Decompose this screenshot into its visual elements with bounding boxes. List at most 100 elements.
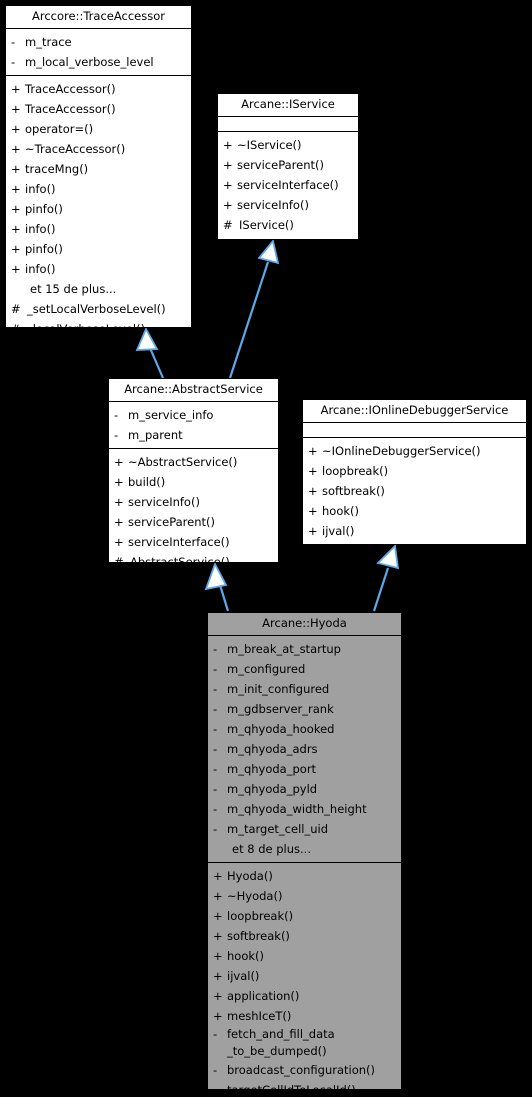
class-member: - m_init_configured — [208, 679, 401, 699]
class-member: - m_gdbserver_rank — [208, 699, 401, 719]
member-label: fetch_and_fill_data _to_be_dumped() — [227, 1026, 335, 1058]
member-label: m_local_verbose_level — [25, 54, 154, 69]
member-label: AbstractService() — [130, 554, 230, 563]
class-box-arcane-ionlinedebuggerservice[interactable]: Arcane::IOnlineDebuggerService + ~IOnline… — [302, 399, 527, 545]
visibility-marker: + — [114, 514, 124, 529]
member-label: m_gdbserver_rank — [227, 701, 334, 716]
class-box-arccore-traceaccessor[interactable]: Arccore::TraceAccessor - m_trace - m_local_… — [5, 5, 192, 328]
member-label: TraceAccessor() — [25, 81, 116, 96]
visibility-marker: + — [11, 261, 21, 276]
class-member: + serviceParent() — [218, 155, 358, 175]
member-label: loopbreak() — [322, 463, 389, 478]
member-label: operator=() — [25, 121, 94, 136]
member-label: ~IService() — [237, 137, 302, 152]
class-member: + softbreak() — [208, 926, 401, 946]
class-member: + Hyoda() — [208, 866, 401, 886]
member-label: build() — [128, 474, 166, 489]
visibility-marker: + — [308, 483, 318, 498]
member-label: _setLocalVerboseLevel() — [27, 301, 166, 316]
methods-compartment: + TraceAccessor() + TraceAccessor() + operato… — [6, 76, 191, 328]
edge-hyoda-to-abstractservice — [204, 561, 230, 612]
visibility-marker: - — [114, 407, 119, 422]
class-member-more: et 15 de plus... — [6, 279, 191, 299]
visibility-marker: # — [11, 319, 27, 328]
class-box-arcane-abstractservice[interactable]: Arcane::AbstractService - m_service_info -… — [108, 378, 279, 563]
class-member: - m_qhyoda_port — [208, 759, 401, 779]
member-label: application() — [227, 988, 300, 1003]
class-member: + ~Hyoda() — [208, 886, 401, 906]
visibility-marker: + — [213, 908, 223, 923]
class-member: # AbstractService() — [109, 552, 278, 563]
member-label: serviceParent() — [128, 514, 215, 529]
member-label: m_service_info — [128, 407, 214, 422]
class-member: + info() — [6, 219, 191, 239]
methods-compartment: + ~AbstractService() + build() + serviceInfo(… — [109, 449, 278, 563]
class-box-arcane-iservice[interactable]: Arcane::IService + ~IService() + servicePar… — [217, 93, 359, 240]
class-member: + ~AbstractService() — [109, 452, 278, 472]
visibility-marker: # — [11, 301, 21, 316]
class-member: + loopbreak() — [208, 906, 401, 926]
member-label: m_break_at_startup — [227, 641, 341, 656]
visibility-marker: + — [213, 968, 223, 983]
member-label: info() — [25, 261, 56, 276]
member-label: targetCellIdToLocalId() — [227, 1082, 356, 1090]
member-label: TraceAccessor() — [25, 101, 116, 116]
class-member: + loopbreak() — [303, 461, 526, 481]
visibility-marker: # — [114, 554, 124, 563]
visibility-marker: + — [223, 137, 233, 152]
class-title: Arccore::TraceAccessor — [32, 9, 165, 23]
visibility-marker: - — [114, 427, 119, 442]
class-member: - m_configured — [208, 659, 401, 679]
member-label: ~AbstractService() — [128, 454, 238, 469]
class-member: #_localVerboseLevel() — [6, 319, 191, 328]
member-label: info() — [25, 181, 56, 196]
visibility-marker: - — [213, 641, 218, 656]
visibility-marker: - — [213, 781, 218, 796]
class-member: - m_service_info — [109, 405, 278, 425]
class-member: + hook() — [303, 501, 526, 521]
attributes-compartment: - m_break_at_startup - m_configured - m_init_… — [208, 636, 401, 862]
visibility-marker: - — [213, 661, 218, 676]
member-label: Hyoda() — [227, 868, 273, 883]
class-member: - m_parent — [109, 425, 278, 445]
class-member: + TraceAccessor() — [6, 99, 191, 119]
member-label: meshIceT() — [227, 1008, 292, 1023]
visibility-marker: + — [11, 201, 21, 216]
member-label: pinfo() — [25, 241, 63, 256]
visibility-marker: + — [114, 494, 124, 509]
visibility-marker: + — [213, 928, 223, 943]
visibility-marker: + — [223, 197, 233, 212]
member-label: hook() — [322, 503, 359, 518]
edge-hyoda-to-ionlinedebuggerservice — [372, 544, 400, 612]
visibility-marker: - — [213, 801, 218, 816]
member-label: serviceParent() — [237, 157, 324, 172]
class-member: + serviceInfo() — [109, 492, 278, 512]
class-member: + ~IOnlineDebuggerService() — [303, 441, 526, 461]
class-member: - m_qhyoda_pyld — [208, 779, 401, 799]
visibility-marker: # — [223, 217, 233, 232]
member-label: m_trace — [25, 34, 72, 49]
attributes-compartment: - m_trace - m_local_verbose_level — [6, 29, 191, 75]
visibility-marker: - — [213, 681, 218, 696]
visibility-marker: + — [11, 81, 21, 96]
visibility-marker: + — [308, 443, 318, 458]
class-member: + meshIceT() — [208, 1006, 401, 1026]
class-member: + ijval() — [208, 966, 401, 986]
member-label: m_target_cell_uid — [227, 821, 328, 836]
visibility-marker: + — [213, 1008, 223, 1023]
class-member: + operator=() — [6, 119, 191, 139]
class-member: # _setLocalVerboseLevel() — [6, 299, 191, 319]
member-label: pinfo() — [25, 201, 63, 216]
member-label: _localVerboseLevel() — [27, 322, 145, 328]
visibility-marker: - — [213, 721, 218, 736]
class-member: + serviceInfo() — [218, 195, 358, 215]
class-box-arcane-hyoda[interactable]: Arcane::Hyoda - m_break_at_startup - m_conf… — [207, 612, 402, 1090]
class-member: + serviceInterface() — [218, 175, 358, 195]
visibility-marker: - — [213, 741, 218, 756]
visibility-marker: + — [213, 988, 223, 1003]
visibility-marker: + — [308, 523, 318, 538]
visibility-marker: + — [114, 534, 124, 549]
member-label: loopbreak() — [227, 908, 294, 923]
member-label: softbreak() — [227, 928, 290, 943]
class-member: + pinfo() — [6, 239, 191, 259]
